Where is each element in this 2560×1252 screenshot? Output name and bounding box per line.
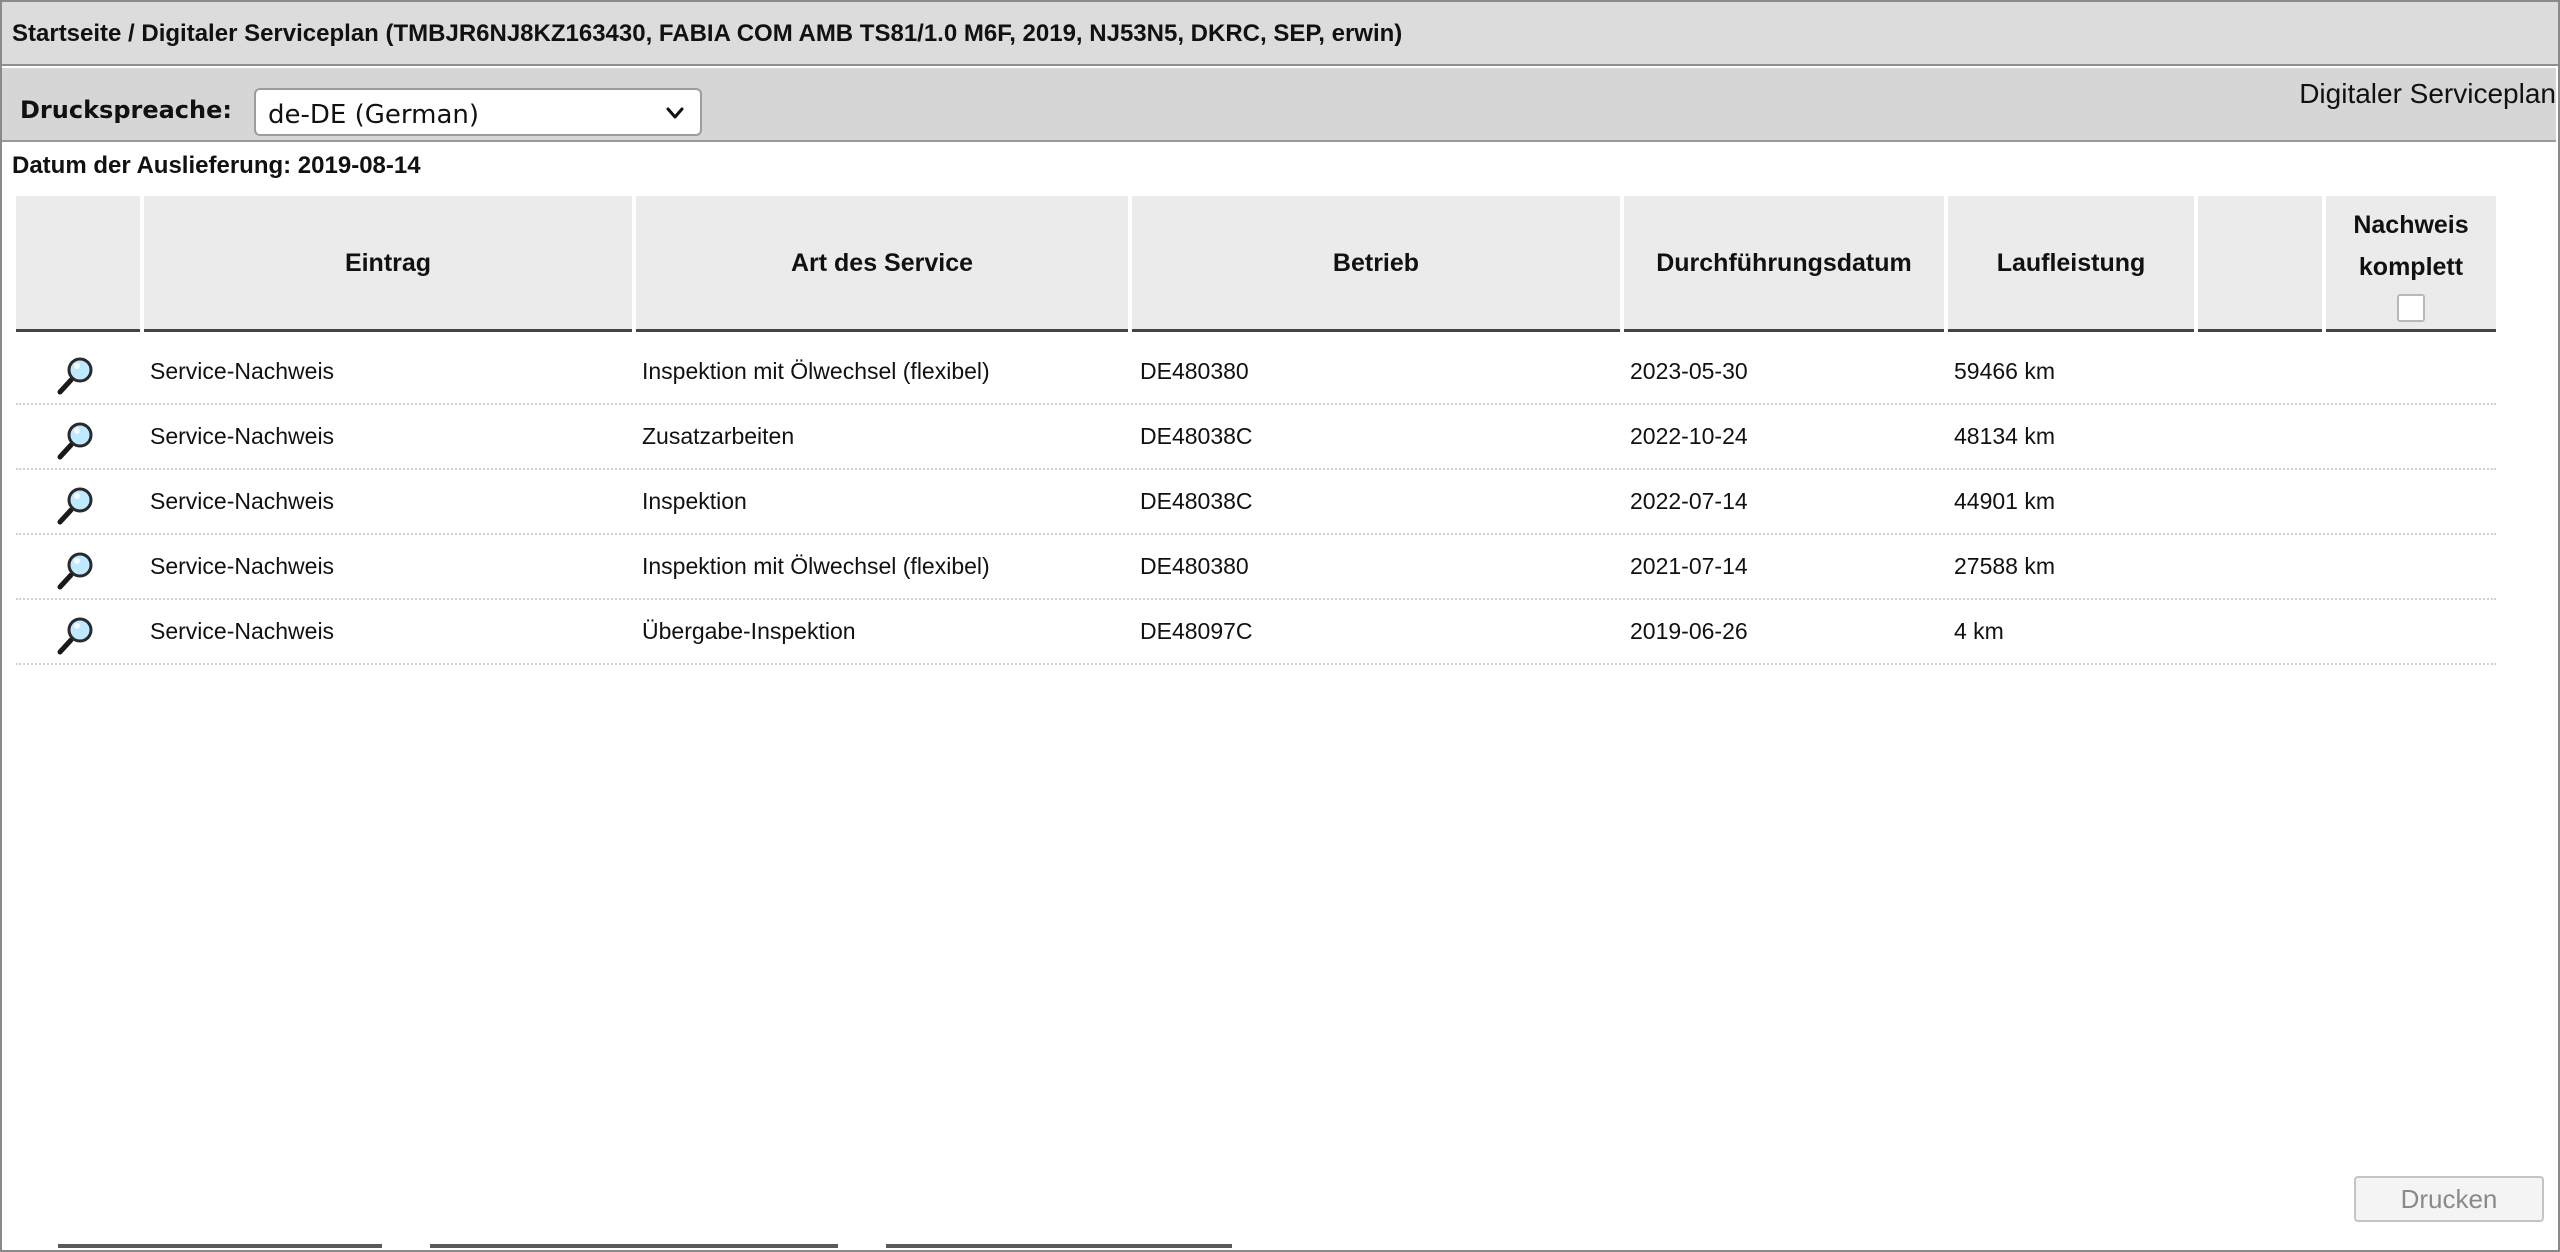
cell-mileage: 4 km — [1954, 618, 2004, 644]
cell-mileage: 44901 km — [1954, 488, 2056, 514]
cell-entry: Service-Nachweis — [150, 553, 335, 579]
cell-service-type: Inspektion mit Ölwechsel (flexibel) — [642, 358, 990, 384]
cell-workshop: DE48097C — [1140, 618, 1253, 644]
header-mileage: Laufleistung — [1948, 196, 2194, 332]
breadcrumb-bar: Startseite / Digitaler Serviceplan (TMBJ… — [2, 2, 2558, 66]
table-row: Service-Nachweis Inspektion mit Ölwechsel… — [16, 340, 2496, 405]
magnifier-icon[interactable] — [56, 549, 96, 591]
cell-mileage: 48134 km — [1954, 423, 2056, 449]
cell-date: 2022-07-14 — [1630, 488, 1748, 514]
table-row: Service-Nachweis Inspektion mit Ölwechsel… — [16, 535, 2496, 600]
header-proof-line2: komplett — [2358, 252, 2464, 281]
cell-date: 2019-06-26 — [1630, 618, 1748, 644]
header-mileage-label: Laufleistung — [1996, 248, 2146, 277]
header-entry-label: Eintrag — [344, 248, 432, 277]
cell-workshop: DE48038C — [1140, 423, 1253, 449]
print-language-select[interactable]: de-DE (German) — [254, 88, 702, 136]
cell-date: 2023-05-30 — [1630, 358, 1748, 384]
header-date: Durchführungsdatum — [1624, 196, 1944, 332]
cell-mileage: 59466 km — [1954, 358, 2056, 384]
proof-complete-checkbox[interactable] — [2397, 293, 2425, 322]
header-proof-line1: Nachweis — [2353, 210, 2469, 239]
cell-entry: Service-Nachweis — [150, 618, 335, 644]
cell-entry: Service-Nachweis — [150, 488, 335, 514]
magnifier-icon[interactable] — [56, 419, 96, 461]
magnifier-icon[interactable] — [56, 484, 96, 526]
delivery-date: Datum der Auslieferung: 2019-08-14 — [12, 152, 421, 179]
header-entry: Eintrag — [144, 196, 632, 332]
header-service-type: Art des Service — [636, 196, 1128, 332]
cell-workshop: DE48038C — [1140, 488, 1253, 514]
table-row: Service-Nachweis Zusatzarbeiten DE48038C 20… — [16, 405, 2496, 470]
cell-entry: Service-Nachweis — [150, 358, 335, 384]
header-workshop-label: Betrieb — [1332, 248, 1420, 277]
table-row: Service-Nachweis Inspektion DE48038C 2022-0… — [16, 470, 2496, 535]
print-toolbar: Druckspreache: de-DE (German) — [2, 68, 2556, 142]
magnifier-icon[interactable] — [56, 354, 96, 396]
table-row: Service-Nachweis Übergabe-Inspektion DE480… — [16, 600, 2496, 665]
breadcrumb: Startseite / Digitaler Serviceplan (TMBJ… — [12, 20, 1403, 47]
header-date-label: Durchführungsdatum — [1656, 248, 1912, 277]
chevron-down-icon — [666, 107, 684, 119]
bottom-tab-3[interactable] — [886, 1244, 1232, 1248]
magnifier-icon[interactable] — [56, 614, 96, 656]
page-title: Digitaler Serviceplan — [2299, 78, 2556, 109]
header-empty — [2198, 196, 2322, 332]
bottom-tab-1[interactable] — [58, 1244, 382, 1248]
cell-service-type: Inspektion mit Ölwechsel (flexibel) — [642, 553, 990, 579]
cell-workshop: DE480380 — [1140, 553, 1249, 579]
cell-entry: Service-Nachweis — [150, 423, 335, 449]
header-proof-complete: Nachweis komplett — [2326, 196, 2496, 332]
cell-date: 2021-07-14 — [1630, 553, 1748, 579]
cell-mileage: 27588 km — [1954, 553, 2056, 579]
header-service-type-label: Art des Service — [790, 248, 974, 277]
print-button[interactable]: Drucken — [2354, 1176, 2544, 1222]
cell-date: 2022-10-24 — [1630, 423, 1748, 449]
cell-service-type: Inspektion — [642, 488, 747, 514]
bottom-tab-2[interactable] — [430, 1244, 838, 1248]
cell-workshop: DE480380 — [1140, 358, 1249, 384]
print-language-label: Druckspreache: — [20, 96, 232, 124]
print-language-value: de-DE (German) — [268, 100, 479, 130]
cell-service-type: Übergabe-Inspektion — [642, 618, 856, 644]
cell-service-type: Zusatzarbeiten — [642, 423, 795, 449]
header-action-column — [16, 196, 140, 332]
header-workshop: Betrieb — [1132, 196, 1620, 332]
